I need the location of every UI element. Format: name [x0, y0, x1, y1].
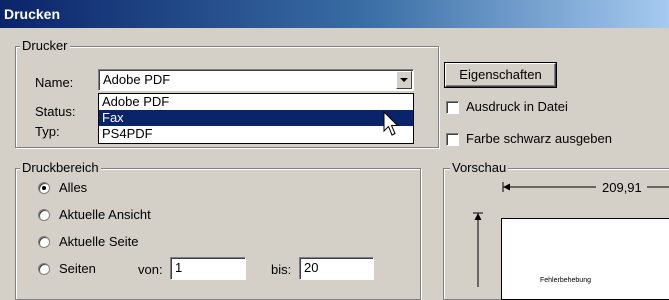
preview-legend: Vorschau: [450, 160, 509, 175]
printer-option-ps4pdf[interactable]: PS4PDF: [99, 126, 413, 142]
range-to-input[interactable]: 20: [299, 257, 374, 280]
range-all-label[interactable]: Alles: [59, 180, 87, 196]
range-from-label: von:: [138, 262, 163, 277]
range-to-value: 20: [304, 260, 319, 275]
window-title-bar: Drucken: [0, 0, 669, 28]
printer-option-fax[interactable]: Fax: [99, 110, 413, 126]
mouse-pointer-icon: [383, 111, 399, 136]
print-range-legend: Druckbereich: [20, 160, 101, 175]
width-dimension-arrow-right: [647, 186, 669, 188]
printer-type-label: Typ:: [35, 124, 60, 139]
range-all-radio[interactable]: [38, 182, 50, 194]
height-dimension-arrow: [473, 212, 483, 287]
preview-width-value: 209,91: [602, 180, 642, 195]
range-current-page-label[interactable]: Aktuelle Seite: [59, 234, 139, 250]
printer-group-legend: Drucker: [20, 38, 70, 53]
range-pages-label[interactable]: Seiten: [59, 261, 96, 277]
printer-name-dropdown[interactable]: Adobe PDF: [98, 69, 414, 91]
printer-option-adobe-pdf[interactable]: Adobe PDF: [99, 94, 413, 110]
width-dimension-arrow: [502, 182, 596, 192]
print-to-file-checkbox[interactable]: [446, 101, 459, 114]
range-to-label: bis:: [271, 262, 292, 277]
grayscale-checkbox[interactable]: [446, 133, 459, 146]
chevron-down-icon[interactable]: [396, 71, 412, 89]
range-pages-radio[interactable]: [38, 263, 50, 275]
printer-name-label: Name:: [35, 75, 74, 90]
range-current-view-label[interactable]: Aktuelle Ansicht: [59, 207, 151, 223]
print-to-file-label[interactable]: Ausdruck in Datei: [466, 99, 568, 115]
printer-status-label: Status:: [35, 104, 76, 119]
preview-page: Fehlerbehebung: [501, 218, 669, 300]
properties-button[interactable]: Eigenschaften: [445, 63, 556, 87]
range-current-view-radio[interactable]: [38, 209, 50, 221]
range-current-page-radio[interactable]: [38, 236, 50, 248]
range-from-value: 1: [175, 260, 183, 275]
printer-dropdown-list: Adobe PDF Fax PS4PDF: [98, 93, 414, 144]
printer-name-value: Adobe PDF: [103, 72, 171, 87]
window-title: Drucken: [4, 6, 61, 22]
range-from-input[interactable]: 1: [170, 257, 246, 280]
grayscale-label[interactable]: Farbe schwarz ausgeben: [466, 131, 612, 147]
preview-page-text: Fehlerbehebung: [540, 277, 591, 284]
